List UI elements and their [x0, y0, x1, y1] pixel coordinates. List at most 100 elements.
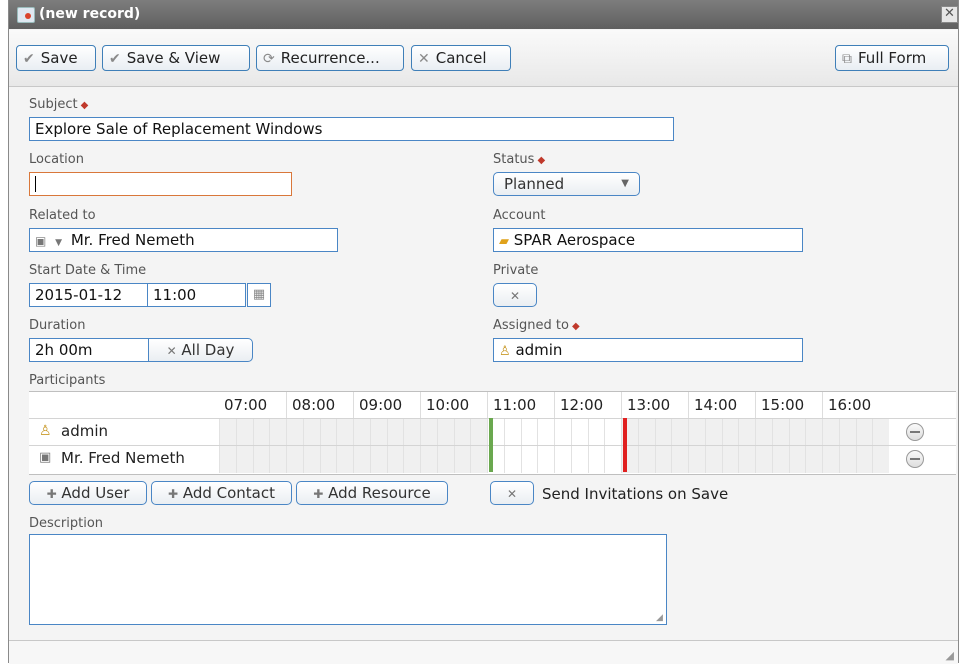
resize-corner-icon[interactable]: ◢ — [946, 649, 954, 662]
private-toggle[interactable]: ✕ — [493, 283, 537, 307]
time-slot-cell[interactable] — [219, 419, 236, 446]
time-slot-cell[interactable] — [286, 446, 303, 473]
time-slot-cell[interactable] — [855, 446, 873, 473]
time-slot-cell[interactable] — [872, 419, 889, 446]
save-button[interactable]: ✔ Save — [16, 45, 96, 71]
time-slot-cell[interactable] — [755, 419, 772, 446]
time-slot-cell[interactable] — [587, 446, 605, 473]
subject-input[interactable]: Explore Sale of Replacement Windows — [29, 117, 674, 141]
time-slot-cell[interactable] — [403, 419, 420, 446]
availability-cells[interactable] — [219, 446, 901, 473]
cancel-button[interactable]: ✕ Cancel — [411, 45, 511, 71]
save-and-view-button[interactable]: ✔ Save & View — [102, 45, 250, 71]
time-slot-cell[interactable] — [822, 419, 839, 446]
time-slot-cell[interactable] — [353, 446, 370, 473]
time-slot-cell[interactable] — [453, 446, 471, 473]
remove-participant-icon[interactable] — [906, 423, 924, 441]
time-slot-cell[interactable] — [503, 419, 521, 446]
time-slot-cell[interactable] — [219, 446, 236, 473]
time-slot-cell[interactable] — [738, 446, 755, 473]
add-contact-button[interactable]: ✚ Add Contact — [151, 481, 292, 505]
time-slot-cell[interactable] — [537, 419, 554, 446]
time-slot-cell[interactable] — [671, 446, 688, 473]
time-slot-cell[interactable] — [654, 446, 672, 473]
time-slot-cell[interactable] — [704, 446, 722, 473]
time-slot-cell[interactable] — [302, 419, 320, 446]
time-slot-cell[interactable] — [403, 446, 420, 473]
resize-grip-icon[interactable]: ◢ — [656, 614, 664, 623]
time-slot-cell[interactable] — [788, 419, 806, 446]
time-slot-cell[interactable] — [252, 419, 270, 446]
time-slot-cell[interactable] — [721, 419, 739, 446]
time-slot-cell[interactable] — [269, 446, 286, 473]
time-slot-cell[interactable] — [470, 419, 487, 446]
time-slot-cell[interactable] — [235, 446, 253, 473]
time-slot-cell[interactable] — [637, 419, 655, 446]
time-slot-cell[interactable] — [671, 419, 688, 446]
start-time-input[interactable]: 11:00 — [147, 283, 246, 307]
close-icon[interactable]: ✕ — [941, 6, 958, 23]
time-slot-cell[interactable] — [822, 446, 839, 473]
time-slot-cell[interactable] — [570, 419, 588, 446]
assigned-to-input[interactable]: ♙ admin — [493, 338, 803, 362]
time-slot-cell[interactable] — [704, 419, 722, 446]
time-slot-cell[interactable] — [470, 446, 487, 473]
time-slot-cell[interactable] — [336, 419, 353, 446]
time-slot-cell[interactable] — [369, 446, 387, 473]
time-slot-cell[interactable] — [554, 446, 571, 473]
duration-input[interactable]: 2h 00m — [29, 338, 149, 362]
related-to-input[interactable]: ▣ ▼ Mr. Fred Nemeth — [29, 228, 338, 252]
account-input[interactable]: ▰ SPAR Aerospace — [493, 228, 803, 252]
time-slot-cell[interactable] — [771, 446, 789, 473]
time-slot-cell[interactable] — [838, 446, 856, 473]
time-slot-cell[interactable] — [269, 419, 286, 446]
meeting-start-marker[interactable] — [489, 418, 493, 472]
all-day-toggle[interactable]: ✕ All Day — [148, 338, 253, 362]
time-slot-cell[interactable] — [319, 419, 337, 446]
time-slot-cell[interactable] — [520, 419, 538, 446]
time-slot-cell[interactable] — [436, 446, 454, 473]
calendar-icon[interactable]: ▦ — [247, 283, 271, 307]
time-slot-cell[interactable] — [721, 446, 739, 473]
time-slot-cell[interactable] — [838, 419, 856, 446]
time-slot-cell[interactable] — [436, 419, 454, 446]
recurrence-button[interactable]: ⟳ Recurrence... — [256, 45, 404, 71]
time-slot-cell[interactable] — [805, 419, 822, 446]
status-select[interactable]: Planned ▼ — [493, 172, 640, 196]
time-slot-cell[interactable] — [520, 446, 538, 473]
time-slot-cell[interactable] — [788, 446, 806, 473]
time-slot-cell[interactable] — [855, 419, 873, 446]
time-slot-cell[interactable] — [688, 446, 705, 473]
chevron-down-icon[interactable]: ▼ — [55, 238, 62, 248]
time-slot-cell[interactable] — [336, 446, 353, 473]
time-slot-cell[interactable] — [302, 446, 320, 473]
time-slot-cell[interactable] — [570, 446, 588, 473]
start-date-input[interactable]: 2015-01-12 — [29, 283, 148, 307]
time-slot-cell[interactable] — [503, 446, 521, 473]
time-slot-cell[interactable] — [688, 419, 705, 446]
add-resource-button[interactable]: ✚ Add Resource — [296, 481, 448, 505]
send-invitations-toggle[interactable]: ✕ — [490, 481, 534, 505]
meeting-end-marker[interactable] — [623, 418, 627, 472]
time-slot-cell[interactable] — [386, 446, 404, 473]
time-slot-cell[interactable] — [286, 419, 303, 446]
description-textarea[interactable]: ◢ — [29, 534, 667, 625]
time-slot-cell[interactable] — [252, 446, 270, 473]
time-slot-cell[interactable] — [235, 419, 253, 446]
time-slot-cell[interactable] — [587, 419, 605, 446]
time-slot-cell[interactable] — [353, 419, 370, 446]
time-slot-cell[interactable] — [872, 446, 889, 473]
time-slot-cell[interactable] — [420, 446, 437, 473]
time-slot-cell[interactable] — [554, 419, 571, 446]
time-slot-cell[interactable] — [805, 446, 822, 473]
location-input[interactable] — [29, 172, 292, 196]
time-slot-cell[interactable] — [637, 446, 655, 473]
time-slot-cell[interactable] — [420, 419, 437, 446]
time-slot-cell[interactable] — [755, 446, 772, 473]
time-slot-cell[interactable] — [369, 419, 387, 446]
time-slot-cell[interactable] — [738, 419, 755, 446]
time-slot-cell[interactable] — [604, 419, 621, 446]
time-slot-cell[interactable] — [654, 419, 672, 446]
time-slot-cell[interactable] — [771, 419, 789, 446]
remove-participant-icon[interactable] — [906, 450, 924, 468]
